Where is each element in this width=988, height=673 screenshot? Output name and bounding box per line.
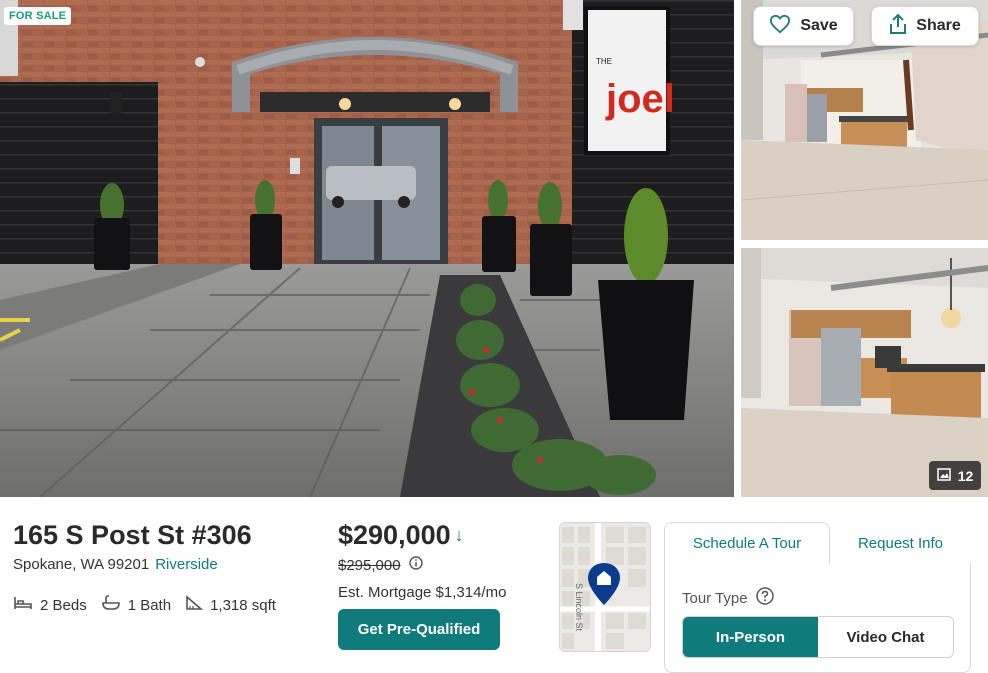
tour-type-selector: In-Person Video Chat: [682, 616, 954, 658]
sqft-fact: 1,318 sqft: [185, 595, 276, 615]
photo-count-button[interactable]: 12: [929, 461, 981, 490]
share-icon: [889, 13, 907, 40]
photo-gallery: THE joel FOR SALE Save Share 12: [0, 0, 988, 497]
map-thumbnail[interactable]: S Lincoln St: [559, 522, 651, 652]
address-subline: Spokane, WA 99201 Riverside: [13, 556, 218, 573]
video-chat-option[interactable]: Video Chat: [818, 617, 953, 657]
estimated-mortgage: Est. Mortgage $1,314/mo: [338, 584, 507, 601]
sign-small-text: THE: [596, 57, 612, 66]
beds-value: 2 Beds: [40, 596, 87, 614]
share-label: Share: [916, 17, 961, 34]
bed-icon: [13, 595, 33, 615]
save-label: Save: [800, 17, 838, 34]
price-value: $290,000: [338, 520, 451, 550]
tour-type-text: Tour Type: [682, 589, 748, 607]
map-street-label: S Lincoln St: [574, 583, 584, 632]
home-facts: 2 Beds 1 Bath 1,318 sqft: [13, 595, 290, 615]
tab-schedule-a-tour[interactable]: Schedule A Tour: [664, 522, 830, 564]
listing-price: $290,000 ↓: [338, 520, 464, 551]
ruler-icon: [185, 595, 204, 615]
listing-address: 165 S Post St #306: [13, 520, 252, 550]
interior-photo-2[interactable]: [741, 248, 988, 497]
in-person-option[interactable]: In-Person: [683, 617, 818, 657]
tab-request-info[interactable]: Request Info: [830, 522, 971, 564]
price-down-arrow-icon: ↓: [454, 525, 464, 545]
sign-text: joel: [605, 77, 675, 121]
sqft-value: 1,318 sqft: [210, 596, 276, 614]
baths-fact: 1 Bath: [101, 595, 171, 615]
bathtub-icon: [101, 595, 121, 615]
help-icon[interactable]: [755, 587, 774, 609]
status-badge: FOR SALE: [4, 7, 72, 25]
baths-value: 1 Bath: [127, 596, 172, 614]
previous-price: $295,000: [338, 556, 423, 574]
photo-count: 12: [957, 467, 974, 484]
neighborhood-link[interactable]: Riverside: [155, 556, 218, 573]
heart-icon: [769, 14, 791, 39]
tour-type-label: Tour Type: [682, 587, 774, 609]
tour-tabs: Schedule A Tour Request Info: [664, 522, 971, 564]
previous-price-value: $295,000: [338, 556, 401, 574]
save-button[interactable]: Save: [753, 6, 854, 46]
info-icon[interactable]: [408, 556, 423, 574]
main-photo[interactable]: THE joel FOR SALE: [0, 0, 734, 497]
city-state-zip: Spokane, WA 99201: [13, 556, 150, 573]
image-icon: [936, 467, 951, 484]
get-prequalified-button[interactable]: Get Pre-Qualified: [338, 609, 500, 650]
beds-fact: 2 Beds: [13, 595, 87, 615]
share-button[interactable]: Share: [871, 6, 979, 46]
